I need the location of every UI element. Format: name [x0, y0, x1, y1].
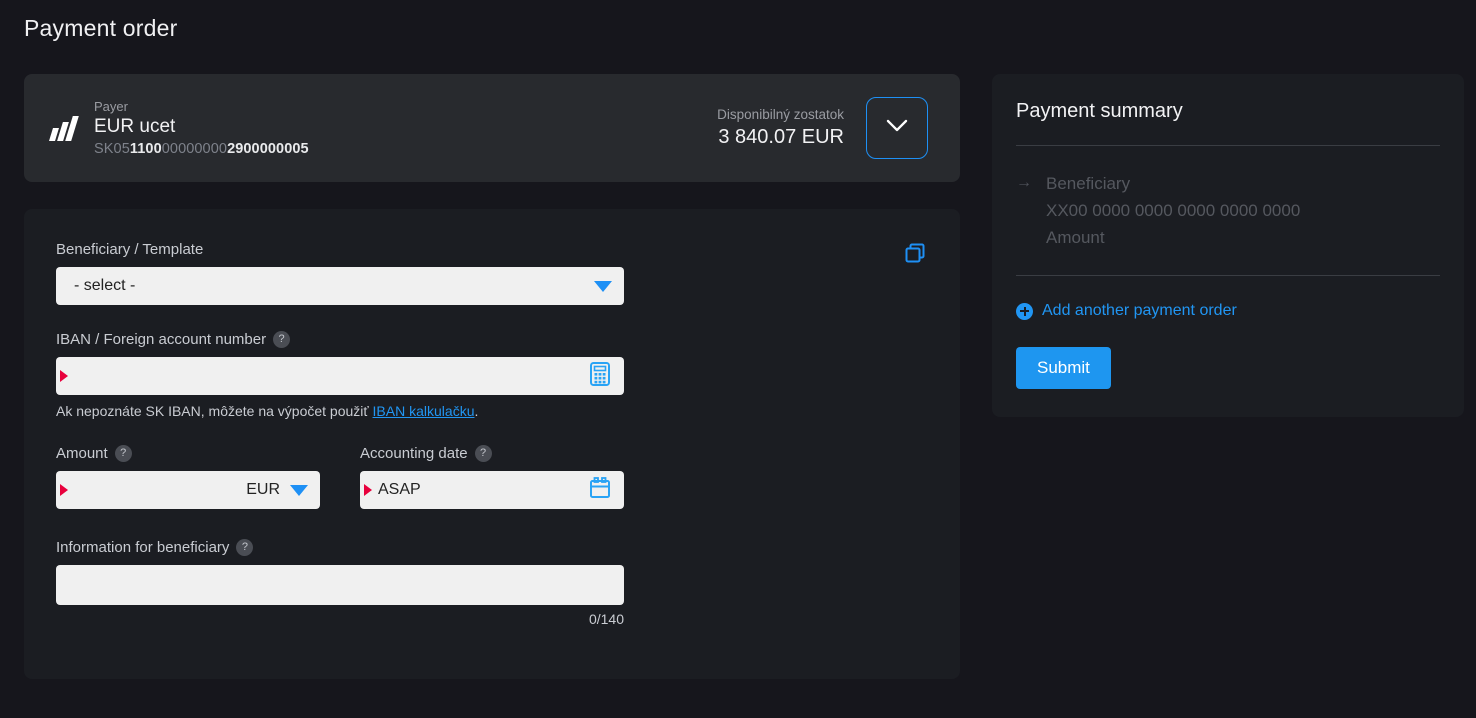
amount-currency: EUR	[246, 481, 280, 499]
iban-zeros: 00000000	[162, 141, 227, 157]
iban-helper-prefix: Ak nepoznáte SK IBAN, môžete na výpočet …	[56, 403, 373, 419]
payer-iban: SK051100000000002900000005	[94, 141, 717, 157]
required-triangle-icon	[364, 484, 372, 496]
required-triangle-icon	[60, 370, 68, 382]
accounting-date-input[interactable]: ASAP	[360, 471, 624, 509]
iban-helper-suffix: .	[474, 403, 478, 419]
submit-button[interactable]: Submit	[1016, 347, 1111, 389]
add-another-payment-order-link[interactable]: Add another payment order	[1016, 302, 1440, 320]
iban-bank-code: 1100	[130, 141, 162, 157]
information-input[interactable]	[56, 565, 624, 605]
help-question-icon[interactable]: ?	[273, 331, 290, 348]
plus-circle-icon	[1016, 303, 1033, 320]
payer-card[interactable]: Payer EUR ucet SK05110000000000290000000…	[24, 74, 960, 182]
payer-account-name: EUR ucet	[94, 116, 717, 138]
calculator-icon[interactable]	[588, 361, 612, 392]
information-counter: 0/140	[56, 611, 624, 627]
help-question-icon[interactable]: ?	[115, 445, 132, 462]
copy-icon[interactable]	[902, 240, 928, 266]
help-question-icon[interactable]: ?	[236, 539, 253, 556]
iban-label: IBAN / Foreign account number ?	[56, 331, 928, 348]
chevron-down-icon	[886, 119, 908, 138]
help-question-icon[interactable]: ?	[475, 445, 492, 462]
amount-input[interactable]: EUR	[56, 471, 320, 509]
arrow-right-icon: →	[1016, 170, 1032, 251]
beneficiary-template-value: - select -	[74, 277, 584, 295]
information-label-text: Information for beneficiary	[56, 539, 229, 556]
chevron-down-triangle-icon[interactable]	[290, 485, 308, 496]
payer-info: Payer EUR ucet SK05110000000000290000000…	[94, 99, 717, 157]
payer-expand-button[interactable]	[866, 97, 928, 159]
accounting-date-label: Accounting date ?	[360, 445, 624, 462]
summary-lines: Beneficiary XX00 0000 0000 0000 0000 000…	[1046, 170, 1440, 251]
beneficiary-template-select[interactable]: - select -	[56, 267, 624, 305]
balance-label: Disponibilný zostatok	[717, 107, 844, 122]
amount-date-row: Amount ? EUR Accounting date ?	[56, 445, 928, 509]
iban-helper-text: Ak nepoznáte SK IBAN, môžete na výpočet …	[56, 403, 928, 419]
iban-label-text: IBAN / Foreign account number	[56, 331, 266, 348]
page-title: Payment order	[24, 15, 177, 42]
amount-label-text: Amount	[56, 445, 108, 462]
summary-iban-placeholder: XX00 0000 0000 0000 0000 0000	[1046, 197, 1440, 224]
iban-calculator-link[interactable]: IBAN kalkulačku	[373, 403, 475, 419]
bank-bars-logo-icon	[48, 113, 82, 147]
balance-value: 3 840.07 EUR	[717, 126, 844, 149]
beneficiary-template-label-text: Beneficiary / Template	[56, 241, 203, 258]
required-triangle-icon	[60, 484, 68, 496]
summary-divider-bottom	[1016, 275, 1440, 276]
accounting-date-label-text: Accounting date	[360, 445, 468, 462]
iban-suffix: 2900000005	[227, 141, 309, 157]
amount-field-group: Amount ? EUR	[56, 445, 320, 509]
amount-label: Amount ?	[56, 445, 320, 462]
payment-order-page: Payment order Payer EUR ucet SK051100000…	[0, 0, 1476, 718]
summary-title: Payment summary	[1016, 100, 1440, 123]
iban-prefix: SK05	[94, 141, 130, 157]
summary-amount-label: Amount	[1046, 224, 1440, 251]
summary-beneficiary-label: Beneficiary	[1046, 170, 1440, 197]
left-column: Payer EUR ucet SK05110000000000290000000…	[24, 74, 960, 679]
accounting-date-value: ASAP	[378, 481, 588, 499]
payment-summary-card: Payment summary → Beneficiary XX00 0000 …	[992, 74, 1464, 417]
chevron-down-triangle-icon[interactable]	[594, 281, 612, 292]
beneficiary-template-label: Beneficiary / Template	[56, 241, 928, 258]
add-another-payment-order-label: Add another payment order	[1042, 302, 1237, 320]
information-label: Information for beneficiary ?	[56, 539, 928, 556]
summary-body: → Beneficiary XX00 0000 0000 0000 0000 0…	[1016, 146, 1440, 275]
accounting-date-field-group: Accounting date ? ASAP	[360, 445, 624, 509]
payment-form-card: Beneficiary / Template - select - IBAN /…	[24, 209, 960, 679]
balance-block: Disponibilný zostatok 3 840.07 EUR	[717, 107, 844, 149]
iban-input[interactable]	[56, 357, 624, 395]
calendar-icon[interactable]	[588, 476, 612, 505]
payer-label: Payer	[94, 99, 717, 114]
